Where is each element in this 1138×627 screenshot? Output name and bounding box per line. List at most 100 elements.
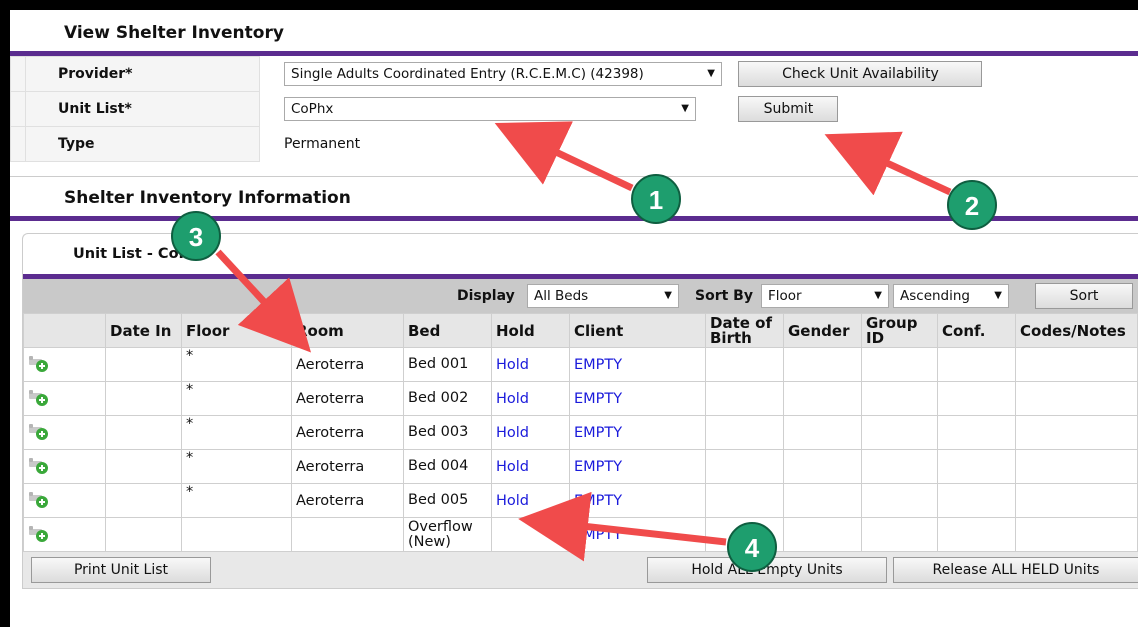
- room-cell: Aeroterra: [291, 483, 404, 518]
- add-client-bed-icon[interactable]: [23, 415, 106, 450]
- dob-cell: [705, 449, 784, 484]
- room-cell: [291, 517, 404, 552]
- sort-by-select[interactable]: Floor ▼: [761, 284, 889, 308]
- provider-row: Provider* Single Adults Coordinated Entr…: [10, 56, 1138, 92]
- client-link[interactable]: EMPTY: [574, 425, 622, 441]
- app-frame: View Shelter Inventory Provider* Single …: [10, 10, 1138, 627]
- unit-list-select-value: CoPhx: [291, 101, 334, 117]
- group-id-cell: [861, 449, 938, 484]
- client-link[interactable]: EMPTY: [574, 391, 622, 407]
- group-id-cell: [861, 415, 938, 450]
- release-all-held-units-button[interactable]: Release ALL HELD Units: [893, 557, 1138, 583]
- add-client-bed-icon[interactable]: [23, 347, 106, 382]
- submit-button[interactable]: Submit: [738, 96, 839, 122]
- client-link[interactable]: EMPTY: [574, 459, 622, 475]
- view-section-header: View Shelter Inventory: [10, 10, 1138, 56]
- gender-cell: [783, 449, 862, 484]
- view-title: View Shelter Inventory: [64, 23, 284, 43]
- table-row: * Aeroterra Bed 004 Hold EMPTY: [23, 449, 1138, 484]
- print-unit-list-button[interactable]: Print Unit List: [31, 557, 211, 583]
- hold-all-empty-units-button[interactable]: Hold ALL Empty Units: [647, 557, 887, 583]
- dob-cell: [705, 483, 784, 518]
- type-label: Type: [25, 126, 260, 162]
- column-header: Client: [569, 313, 706, 348]
- hold-link[interactable]: Hold: [496, 493, 529, 509]
- add-client-bed-icon[interactable]: [23, 483, 106, 518]
- add-bed-icon[interactable]: [28, 387, 50, 407]
- unit-list-value-cell: CoPhx ▼ Submit: [260, 92, 1138, 127]
- client-link[interactable]: EMPTY: [574, 357, 622, 373]
- client-cell: EMPTY: [569, 449, 706, 484]
- check-unit-availability-button[interactable]: Check Unit Availability: [738, 61, 983, 87]
- bed-cell: Overflow (New): [403, 517, 492, 552]
- add-bed-icon[interactable]: [28, 421, 50, 441]
- inventory-footer: Print Unit List Hold ALL Empty Units Rel…: [23, 552, 1138, 588]
- display-select-value: All Beds: [534, 288, 589, 304]
- sort-button[interactable]: Sort: [1035, 283, 1133, 309]
- floor-cell: *: [181, 415, 292, 450]
- gender-cell: [783, 517, 862, 552]
- provider-value-cell: Single Adults Coordinated Entry (R.C.E.M…: [260, 57, 1138, 92]
- type-value: Permanent: [284, 136, 361, 152]
- add-bed-icon[interactable]: [28, 353, 50, 373]
- add-client-bed-icon[interactable]: [23, 449, 106, 484]
- conf-cell: [937, 415, 1016, 450]
- floor-cell: *: [181, 347, 292, 382]
- inventory-table: Date In Floor Room Bed Hold Client Date of Bir…: [23, 313, 1138, 552]
- column-header: Codes/Notes: [1015, 313, 1138, 348]
- add-client-bed-icon[interactable]: [23, 381, 106, 416]
- column-header: Date of Birth: [705, 313, 784, 348]
- bed-cell: Bed 004: [403, 449, 492, 484]
- table-row: * Aeroterra Bed 001 Hold EMPTY: [23, 347, 1138, 382]
- dob-cell: [705, 381, 784, 416]
- hold-link[interactable]: Hold: [496, 459, 529, 475]
- conf-cell: [937, 449, 1016, 484]
- table-header-row: Date In Floor Room Bed Hold Client Date of Bir…: [23, 313, 1138, 348]
- conf-cell: [937, 517, 1016, 552]
- unit-list-select[interactable]: CoPhx ▼: [284, 97, 696, 121]
- bed-cell: Bed 002: [403, 381, 492, 416]
- bed-cell: Bed 005: [403, 483, 492, 518]
- date-in-cell: [105, 381, 182, 416]
- row-spacer: [10, 56, 26, 92]
- provider-select[interactable]: Single Adults Coordinated Entry (R.C.E.M…: [284, 62, 722, 86]
- room-cell: Aeroterra: [291, 449, 404, 484]
- client-link[interactable]: EMPTY: [574, 527, 622, 543]
- hold-cell: Hold: [491, 449, 570, 484]
- hold-link[interactable]: Hold: [496, 391, 529, 407]
- table-row: Overflow (New) EMPTY: [23, 517, 1138, 552]
- info-section-header: Shelter Inventory Information: [10, 177, 1138, 221]
- hold-link[interactable]: Hold: [496, 357, 529, 373]
- client-link[interactable]: EMPTY: [574, 493, 622, 509]
- room-cell: Aeroterra: [291, 381, 404, 416]
- chevron-down-icon: ▼: [707, 68, 715, 79]
- hold-link[interactable]: Hold: [496, 425, 529, 441]
- date-in-cell: [105, 415, 182, 450]
- unit-list-label: Unit List*: [25, 91, 260, 127]
- add-client-bed-icon[interactable]: [23, 517, 106, 552]
- room-cell: Aeroterra: [291, 347, 404, 382]
- add-bed-icon[interactable]: [28, 489, 50, 509]
- display-select[interactable]: All Beds ▼: [527, 284, 679, 308]
- order-select[interactable]: Ascending ▼: [893, 284, 1009, 308]
- chevron-down-icon: ▼: [994, 290, 1002, 301]
- group-id-cell: [861, 381, 938, 416]
- section-gap: [10, 162, 1138, 177]
- gender-cell: [783, 483, 862, 518]
- gender-cell: [783, 381, 862, 416]
- hold-cell: [491, 517, 570, 552]
- order-select-value: Ascending: [900, 288, 970, 304]
- date-in-cell: [105, 449, 182, 484]
- add-bed-icon[interactable]: [28, 523, 50, 543]
- add-bed-icon[interactable]: [28, 455, 50, 475]
- conf-cell: [937, 483, 1016, 518]
- date-in-cell: [105, 483, 182, 518]
- client-cell: EMPTY: [569, 381, 706, 416]
- chevron-down-icon: ▼: [664, 290, 672, 301]
- conf-cell: [937, 347, 1016, 382]
- floor-cell: *: [181, 381, 292, 416]
- column-header: Bed: [403, 313, 492, 348]
- unit-list-title: Unit List - CoPhx: [73, 246, 209, 262]
- codes-notes-cell: [1015, 483, 1138, 518]
- provider-select-value: Single Adults Coordinated Entry (R.C.E.M…: [291, 66, 644, 82]
